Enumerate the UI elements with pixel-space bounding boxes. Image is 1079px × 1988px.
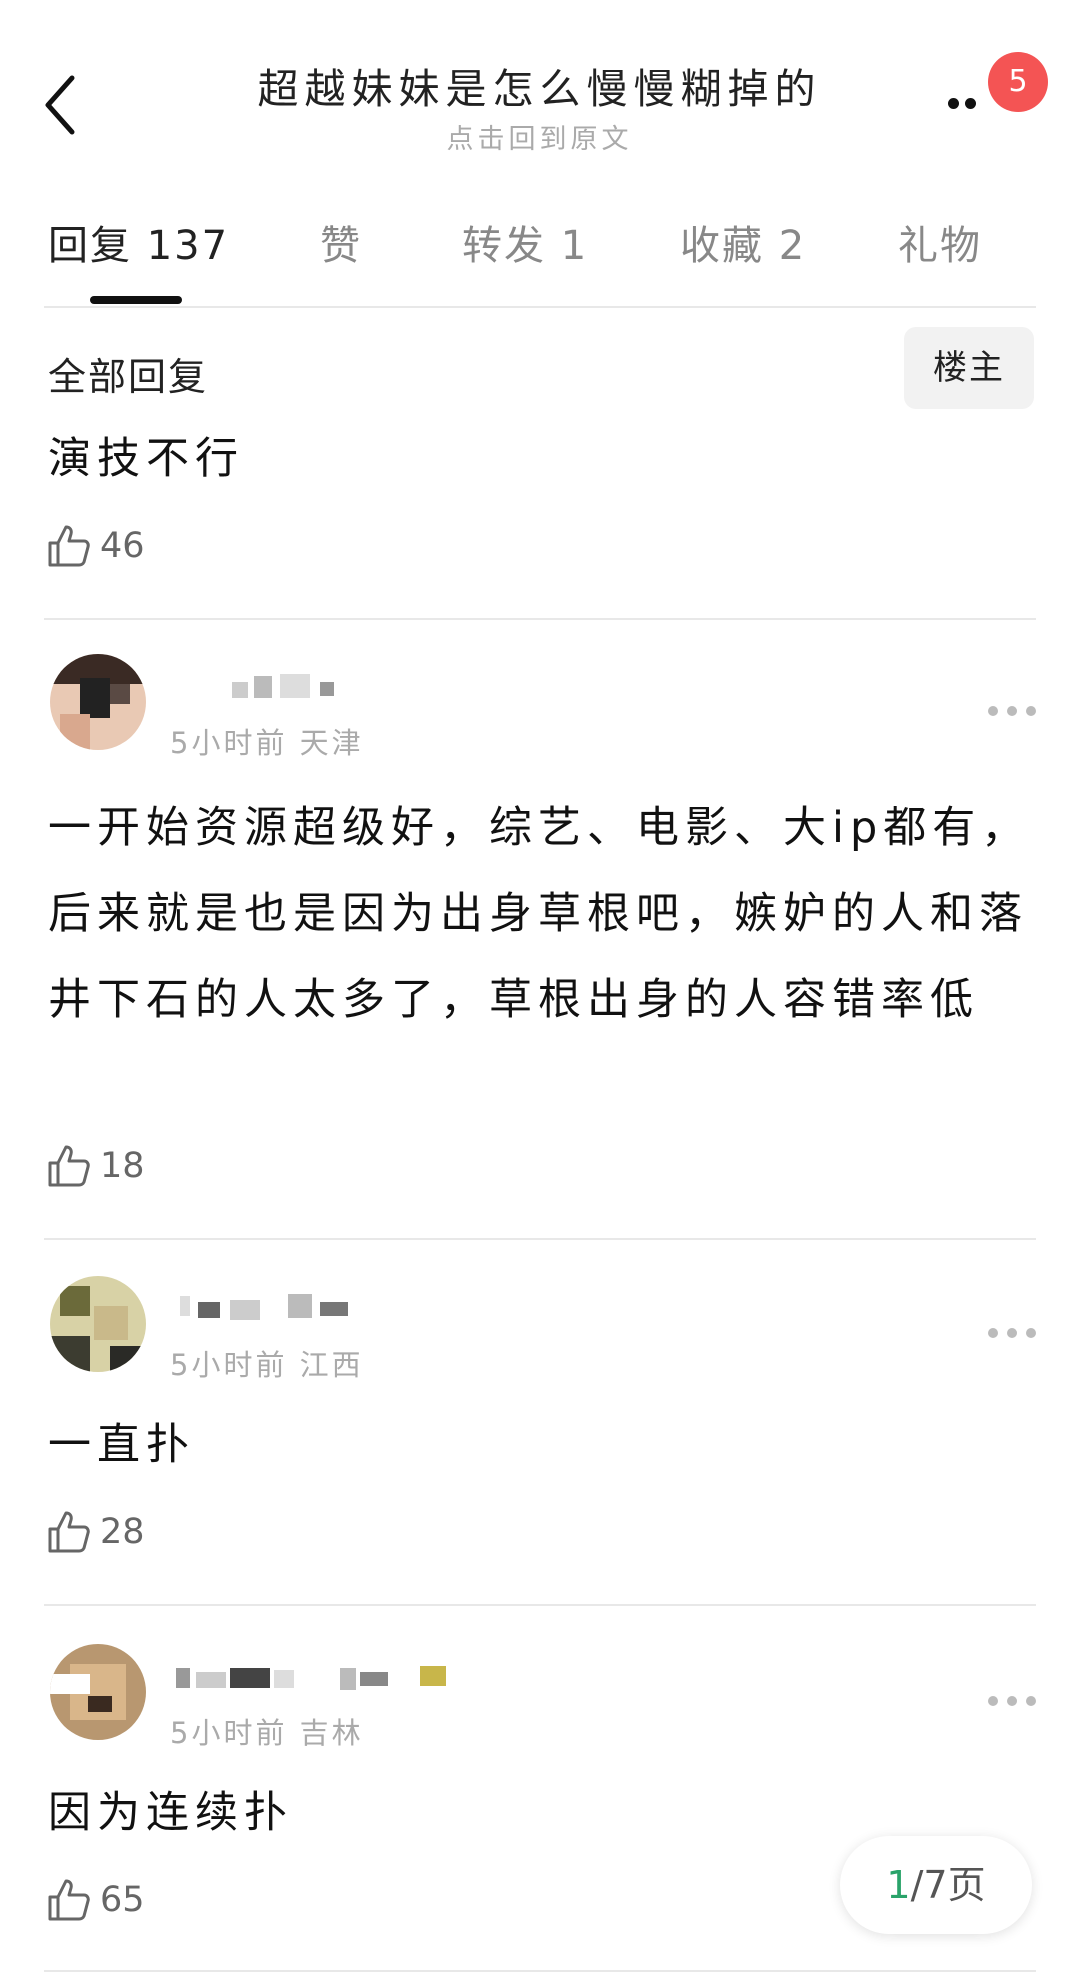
- tab-likes[interactable]: 赞: [320, 213, 362, 271]
- more-dots-icon: [988, 1328, 998, 1338]
- like-button[interactable]: 18: [46, 1142, 145, 1190]
- more-dots-icon: [988, 706, 998, 716]
- divider: [44, 1604, 1036, 1606]
- avatar[interactable]: [50, 1276, 146, 1372]
- owner-only-button[interactable]: 楼主: [904, 327, 1034, 409]
- username-blur: [176, 1666, 446, 1690]
- current-page: 1: [886, 1863, 911, 1907]
- comment-content: 一开始资源超级好，综艺、电影、大ip都有，后来就是也是因为出身草根吧，嫉妒的人和…: [48, 803, 1031, 1025]
- tab-replies[interactable]: 回复 137: [48, 213, 229, 271]
- more-dots-icon: [965, 98, 976, 109]
- tab-gifts[interactable]: 礼物: [898, 213, 982, 271]
- divider: [44, 1970, 1036, 1972]
- username-blur: [180, 1294, 348, 1320]
- divider: [44, 1238, 1036, 1240]
- thumbs-up-icon: [48, 1511, 90, 1553]
- username-blurred[interactable]: [170, 1660, 470, 1694]
- avatar-image: [50, 1276, 146, 1372]
- like-count: 65: [100, 1880, 145, 1920]
- avatar-image: [50, 1644, 146, 1740]
- comment-more-button[interactable]: [988, 1326, 1036, 1340]
- tab-favorites[interactable]: 收藏 2: [680, 213, 806, 271]
- thumbs-up-icon: [48, 525, 90, 567]
- tab-reposts[interactable]: 转发 1: [462, 213, 588, 271]
- comment-time-location: 5小时前 天津: [170, 726, 364, 760]
- thumbs-up-icon: [48, 1145, 90, 1187]
- like-count: 18: [100, 1146, 145, 1186]
- like-count: 46: [100, 526, 145, 566]
- like-count: 28: [100, 1512, 145, 1552]
- total-pages: /7页: [910, 1863, 986, 1907]
- username-blurred[interactable]: [170, 668, 370, 702]
- avatar-image: [50, 654, 146, 750]
- comment-content: 一直扑: [48, 1420, 195, 1470]
- all-replies-label: 全部回复: [48, 355, 209, 399]
- more-dots-icon: [948, 98, 959, 109]
- thumbs-up-icon: [48, 1879, 90, 1921]
- notification-badge[interactable]: 5: [988, 52, 1048, 112]
- divider: [44, 306, 1036, 308]
- reply-content: 演技不行: [48, 434, 244, 484]
- like-button[interactable]: 65: [46, 1876, 145, 1924]
- avatar[interactable]: [50, 654, 146, 750]
- active-tab-indicator: [90, 296, 182, 304]
- post-title[interactable]: 超越妹妹是怎么慢慢糊掉的: [0, 55, 1079, 115]
- username-blur: [232, 674, 334, 698]
- comment-more-button[interactable]: [988, 704, 1036, 718]
- avatar[interactable]: [50, 1644, 146, 1740]
- comment-more-button[interactable]: [988, 1694, 1036, 1708]
- comment-time-location: 5小时前 江西: [170, 1348, 364, 1382]
- like-button[interactable]: 28: [46, 1508, 145, 1556]
- like-button[interactable]: 46: [46, 522, 145, 570]
- more-dots-icon: [988, 1696, 998, 1706]
- username-blurred[interactable]: [170, 1290, 370, 1324]
- page-indicator-button[interactable]: 1/7页: [840, 1836, 1032, 1934]
- back-to-original-link[interactable]: 点击回到原文: [0, 117, 1079, 156]
- more-menu-button[interactable]: [948, 94, 988, 110]
- comment-time-location: 5小时前 吉林: [170, 1716, 364, 1750]
- divider: [44, 618, 1036, 620]
